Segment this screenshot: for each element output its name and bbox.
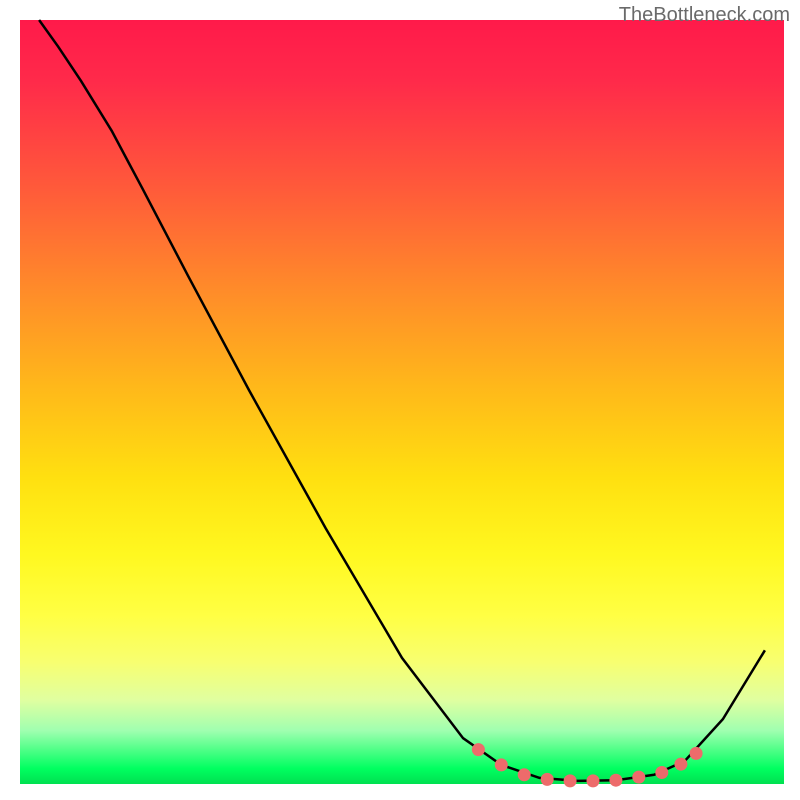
bottleneck-curve xyxy=(39,20,765,781)
curve-marker xyxy=(495,758,508,771)
curve-marker xyxy=(564,774,577,787)
curve-marker xyxy=(674,758,687,771)
curve-marker xyxy=(655,766,668,779)
bottleneck-curve-chart xyxy=(0,0,800,800)
curve-marker xyxy=(587,774,600,787)
watermark-text: TheBottleneck.com xyxy=(619,4,790,27)
curve-markers xyxy=(472,743,703,787)
curve-marker xyxy=(472,743,485,756)
curve-marker xyxy=(690,747,703,760)
curve-marker xyxy=(518,768,531,781)
curve-marker xyxy=(609,774,622,787)
curve-marker xyxy=(541,773,554,786)
curve-marker xyxy=(632,771,645,784)
